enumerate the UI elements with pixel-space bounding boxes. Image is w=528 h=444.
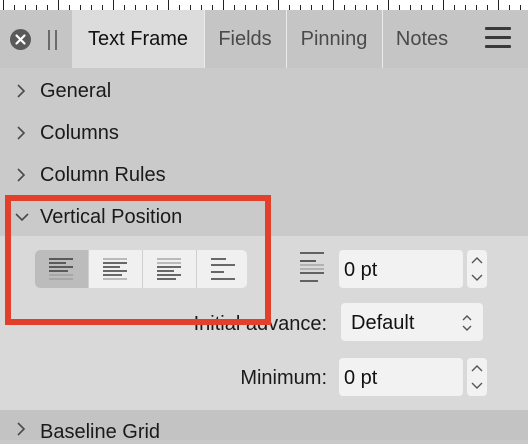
ruler-tick bbox=[443, 0, 444, 10]
ruler bbox=[0, 0, 528, 10]
minimum-label: Minimum: bbox=[240, 367, 327, 389]
stepper-arrows-icon bbox=[471, 365, 483, 389]
section-general[interactable]: General bbox=[0, 70, 528, 110]
section-label: Baseline Grid bbox=[40, 421, 161, 443]
ruler-tick bbox=[388, 0, 389, 10]
section-label: Column Rules bbox=[40, 164, 166, 186]
tab-bar: Text Frame Fields Pinning Notes bbox=[0, 10, 528, 68]
minimum-stepper[interactable] bbox=[467, 358, 487, 396]
chevron-right-icon bbox=[17, 126, 26, 140]
tab-notes[interactable]: Notes bbox=[383, 10, 461, 68]
section-column-rules[interactable]: Column Rules bbox=[0, 154, 528, 194]
minimum-field[interactable]: 0 pt bbox=[339, 358, 463, 396]
tab-text-frame[interactable]: Text Frame bbox=[72, 10, 204, 68]
ruler-tick bbox=[168, 0, 169, 10]
section-label: General bbox=[40, 80, 112, 102]
stepper-arrows-icon bbox=[471, 257, 483, 281]
chevron-right-icon bbox=[17, 422, 26, 436]
chevron-right-icon bbox=[17, 168, 26, 182]
minimum-value: 0 pt bbox=[344, 367, 378, 389]
initial-advance-value: Default bbox=[351, 312, 415, 334]
hamburger-menu-icon[interactable] bbox=[485, 27, 511, 49]
ruler-tick bbox=[58, 0, 59, 10]
ruler-tick bbox=[498, 0, 499, 10]
ruler-tick bbox=[223, 0, 224, 10]
grip-icon[interactable] bbox=[47, 30, 59, 50]
ruler-tick bbox=[278, 0, 279, 10]
tab-fields[interactable]: Fields bbox=[205, 10, 285, 68]
select-arrows-icon bbox=[462, 315, 472, 331]
spacing-value: 0 pt bbox=[344, 259, 378, 281]
spacing-field[interactable]: 0 pt bbox=[339, 250, 463, 288]
close-icon[interactable] bbox=[10, 29, 31, 50]
tab-pinning[interactable]: Pinning bbox=[287, 10, 381, 68]
spacing-stepper[interactable] bbox=[467, 250, 487, 288]
chevron-right-icon bbox=[17, 84, 26, 98]
ruler-tick bbox=[333, 0, 334, 10]
initial-advance-select[interactable]: Default bbox=[341, 303, 483, 341]
ruler-tick bbox=[113, 0, 114, 10]
highlight-box bbox=[5, 195, 271, 325]
ruler-tick bbox=[3, 0, 4, 10]
leading-icon bbox=[300, 252, 324, 282]
section-columns[interactable]: Columns bbox=[0, 112, 528, 152]
section-label: Columns bbox=[40, 122, 119, 144]
section-baseline-grid[interactable]: Baseline Grid bbox=[0, 410, 528, 443]
